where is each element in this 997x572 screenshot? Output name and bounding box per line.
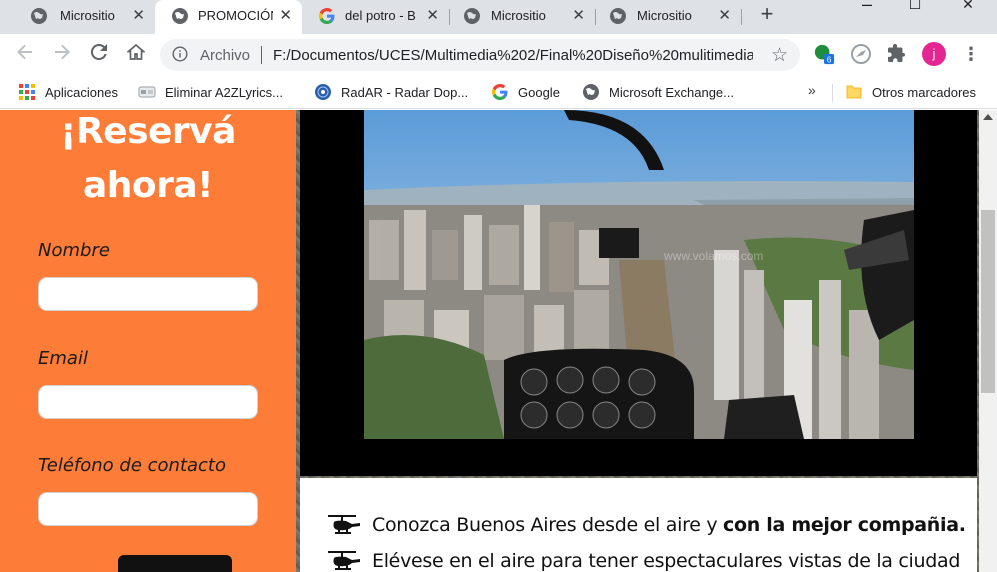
email-label: Email: [38, 348, 88, 369]
reservation-heading-line1: ¡Reservá: [60, 111, 236, 152]
close-tab-icon[interactable]: ✕: [279, 8, 292, 24]
tab-micrositio-2[interactable]: Micrositio ✕: [449, 0, 595, 34]
home-icon: [126, 43, 146, 60]
tab-title: Micrositio: [491, 8, 546, 23]
bookmark-star-icon[interactable]: ☆: [771, 44, 788, 67]
chrome-menu-button[interactable]: ⋮: [961, 43, 981, 65]
radar-icon: [315, 84, 331, 100]
tab-del-potro[interactable]: del potro - B ✕: [302, 0, 449, 34]
feature-text: Conozca Buenos Aires desde el aire y con…: [372, 514, 966, 536]
bookmark-microsoft-exchange[interactable]: Microsoft Exchange...: [582, 83, 734, 101]
tab-micrositio-1[interactable]: Micrositio ✕: [8, 0, 155, 34]
name-label: Nombre: [38, 240, 110, 261]
new-tab-button[interactable]: +: [756, 3, 778, 27]
url-scheme-label: Archivo: [200, 47, 251, 64]
submit-button[interactable]: [118, 555, 232, 572]
reservation-heading-line2: ahora!: [82, 165, 214, 206]
home-button[interactable]: [125, 43, 147, 65]
reload-icon: [90, 43, 107, 60]
url-text[interactable]: F:/Documentos/UCES/Multimedia%202/Final%…: [273, 47, 753, 64]
close-tab-icon[interactable]: ✕: [426, 8, 439, 24]
address-bar[interactable]: Archivo F:/Documentos/UCES/Multimedia%20…: [160, 39, 800, 71]
globe-icon: [31, 8, 47, 24]
google-icon: [492, 84, 508, 100]
tab-title: Micrositio: [637, 8, 692, 23]
back-button[interactable]: [14, 43, 36, 65]
globe-icon: [464, 8, 480, 24]
scroll-up-arrow-icon[interactable]: [983, 114, 993, 120]
feature-item: Conozca Buenos Aires desde el aire y con…: [326, 510, 966, 540]
bookmark-label: Microsoft Exchange...: [609, 84, 734, 100]
google-icon: [319, 8, 335, 24]
bookmark-label: Google: [518, 84, 560, 100]
tab-promocion[interactable]: PROMOCIÓN ✕: [155, 0, 302, 34]
feature-item: Elévese en el aire para tener espectacul…: [326, 546, 960, 572]
features-panel: Conozca Buenos Aires desde el aire y con…: [300, 478, 977, 572]
tab-micrositio-3[interactable]: Micrositio ✕: [595, 0, 741, 34]
name-field[interactable]: [38, 277, 258, 311]
globe-icon: [610, 8, 626, 24]
back-arrow-icon: [17, 44, 32, 60]
apps-grid-icon: [19, 84, 35, 100]
extension-circle-icon[interactable]: [850, 43, 872, 65]
tab-title: PROMOCIÓN: [198, 8, 273, 23]
bookmarks-overflow-button[interactable]: »: [808, 82, 816, 98]
other-bookmarks-label: Otros marcadores: [872, 84, 977, 100]
bookmark-label: Aplicaciones: [45, 84, 118, 100]
globe-icon: [583, 84, 599, 100]
tab-title: del potro - B: [345, 8, 416, 23]
maximize-button[interactable]: ☐: [892, 0, 938, 34]
bookmark-google[interactable]: Google: [491, 83, 560, 101]
bookmark-label: Eliminar A2ZLyrics...: [165, 84, 283, 100]
close-tab-icon[interactable]: ✕: [132, 8, 145, 24]
profile-avatar[interactable]: j: [922, 42, 946, 66]
helicopter-icon: [328, 515, 360, 534]
other-bookmarks-folder[interactable]: Otros marcadores: [845, 83, 976, 101]
page-viewport: ¡Reservá ahora! Nombre Email Teléfono de…: [0, 110, 997, 572]
bookmark-label: RadAR - Radar Dop...: [341, 84, 469, 100]
helicopter-city-photo: www.volamos.com: [364, 110, 914, 439]
bookmark-radar[interactable]: RadAR - Radar Dop...: [314, 83, 468, 101]
omnibox-divider: [261, 46, 262, 64]
bookmarks-divider: [832, 84, 833, 102]
extension-badge: 6: [827, 55, 832, 64]
phone-label: Teléfono de contacto: [38, 455, 227, 476]
tab-title: Micrositio: [60, 8, 115, 23]
photo-watermark: www.volamos.com: [663, 249, 763, 263]
info-icon[interactable]: [172, 46, 188, 62]
reload-button[interactable]: [88, 43, 110, 65]
tab-strip: Micrositio ✕ PROMOCIÓN ✕ del potro - B ✕…: [0, 0, 997, 34]
bookmark-aplicaciones[interactable]: Aplicaciones: [18, 83, 118, 101]
hero-frame: www.volamos.com: [300, 110, 977, 476]
page-scrollbar[interactable]: [979, 110, 997, 572]
helicopter-view-illustration: www.volamos.com: [364, 110, 914, 439]
scrollbar-thumb[interactable]: [981, 210, 995, 393]
forward-arrow-icon: [55, 44, 70, 60]
globe-icon: [172, 8, 188, 24]
close-tab-icon[interactable]: ✕: [572, 8, 585, 24]
close-window-button[interactable]: ✕: [945, 0, 991, 34]
email-field[interactable]: [38, 385, 258, 419]
helicopter-icon: [328, 551, 360, 570]
close-tab-icon[interactable]: ✕: [718, 8, 731, 24]
reservation-sidebar: ¡Reservá ahora! Nombre Email Teléfono de…: [0, 110, 296, 572]
minimize-button[interactable]: –: [844, 0, 890, 34]
extension-green-icon[interactable]: 6: [813, 43, 835, 65]
tab-separator: [741, 9, 742, 25]
folder-icon: [846, 85, 862, 99]
feature-text: Elévese en el aire para tener espectacul…: [372, 550, 961, 572]
forward-button[interactable]: [51, 43, 73, 65]
extensions-puzzle-icon[interactable]: [886, 43, 908, 65]
phone-field[interactable]: [38, 492, 258, 526]
bookmark-eliminar-a2zlyrics[interactable]: Eliminar A2ZLyrics...: [138, 83, 283, 101]
puzzle-icon: [138, 86, 156, 98]
bookmarks-bar: Aplicaciones Eliminar A2ZLyrics... RadAR…: [0, 75, 997, 109]
browser-toolbar: Archivo F:/Documentos/UCES/Multimedia%20…: [0, 34, 997, 75]
